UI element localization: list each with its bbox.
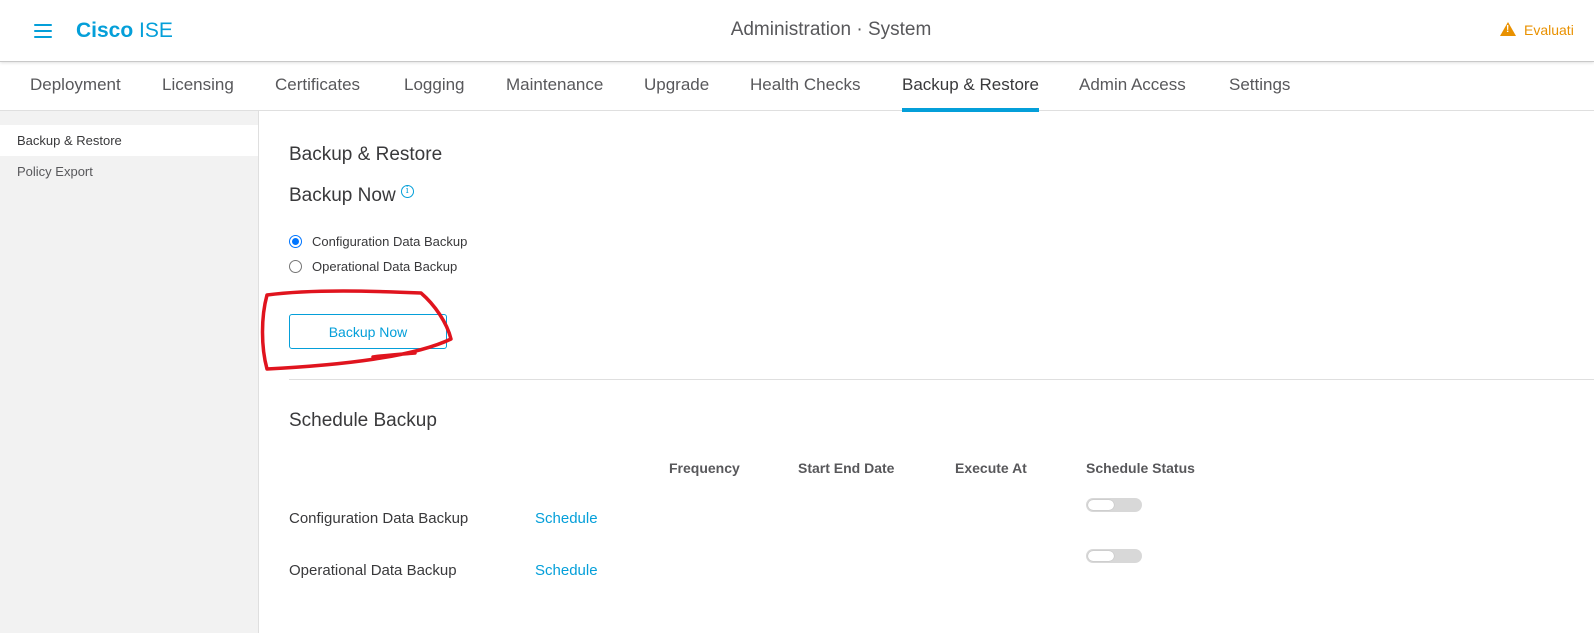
tab-logging[interactable]: Logging: [404, 75, 465, 111]
info-icon[interactable]: i: [400, 185, 414, 198]
backup-now-heading: Backup Now i: [289, 185, 414, 207]
tab-backup-restore[interactable]: Backup & Restore: [902, 75, 1040, 112]
radio-configuration-data-backup[interactable]: Configuration Data Backup: [289, 231, 467, 251]
tab-maintenance[interactable]: Maintenance: [506, 75, 603, 111]
tab-settings[interactable]: Settings: [1229, 75, 1290, 111]
schedule-operational-link[interactable]: Schedule: [535, 562, 598, 579]
schedule-status-toggle-operational[interactable]: [1086, 549, 1142, 563]
column-execute-at: Execute At: [955, 460, 1027, 476]
tab-licensing[interactable]: Licensing: [162, 75, 234, 111]
tab-admin-access[interactable]: Admin Access: [1079, 75, 1186, 111]
radio-label: Configuration Data Backup: [312, 233, 468, 249]
left-sidebar: Backup & Restore Policy Export: [0, 111, 259, 633]
radio-checked-icon[interactable]: [289, 234, 302, 248]
column-frequency: Frequency: [669, 460, 740, 476]
sidebar-item-backup-restore[interactable]: Backup & Restore: [0, 125, 258, 156]
schedule-backup-title: Schedule Backup: [289, 410, 437, 431]
backup-now-title: Backup Now: [289, 185, 396, 206]
tab-health-checks[interactable]: Health Checks: [750, 75, 861, 111]
evaluation-notice[interactable]: Evaluati: [1500, 22, 1574, 38]
column-start-end-date: Start End Date: [798, 460, 895, 476]
backup-now-button[interactable]: Backup Now: [289, 314, 447, 349]
sidebar-item-policy-export[interactable]: Policy Export: [0, 156, 258, 187]
radio-unchecked-icon[interactable]: [289, 259, 302, 273]
radio-operational-data-backup[interactable]: Operational Data Backup: [289, 256, 457, 276]
page-title: Administration · System: [730, 19, 932, 40]
row-label-configuration: Configuration Data Backup: [289, 510, 469, 527]
schedule-status-toggle-config[interactable]: [1086, 498, 1142, 512]
main-content: Backup & Restore Backup Now i Configurati…: [260, 111, 1594, 633]
row-label-operational: Operational Data Backup: [289, 562, 457, 579]
tab-upgrade[interactable]: Upgrade: [644, 75, 709, 111]
tab-certificates[interactable]: Certificates: [275, 75, 360, 111]
admin-tabs: Deployment Licensing Certificates Loggin…: [0, 62, 1594, 112]
section-title: Backup & Restore: [289, 144, 443, 165]
schedule-config-link[interactable]: Schedule: [535, 510, 598, 527]
column-schedule-status: Schedule Status: [1086, 460, 1195, 476]
evaluation-text: Evaluati: [1524, 22, 1574, 38]
section-divider: [289, 379, 1594, 380]
tab-deployment[interactable]: Deployment: [30, 75, 121, 111]
top-header: Cisco ISE Administration · System Evalua…: [0, 0, 1594, 62]
radio-label: Operational Data Backup: [312, 258, 458, 274]
warning-icon: [1500, 22, 1516, 36]
